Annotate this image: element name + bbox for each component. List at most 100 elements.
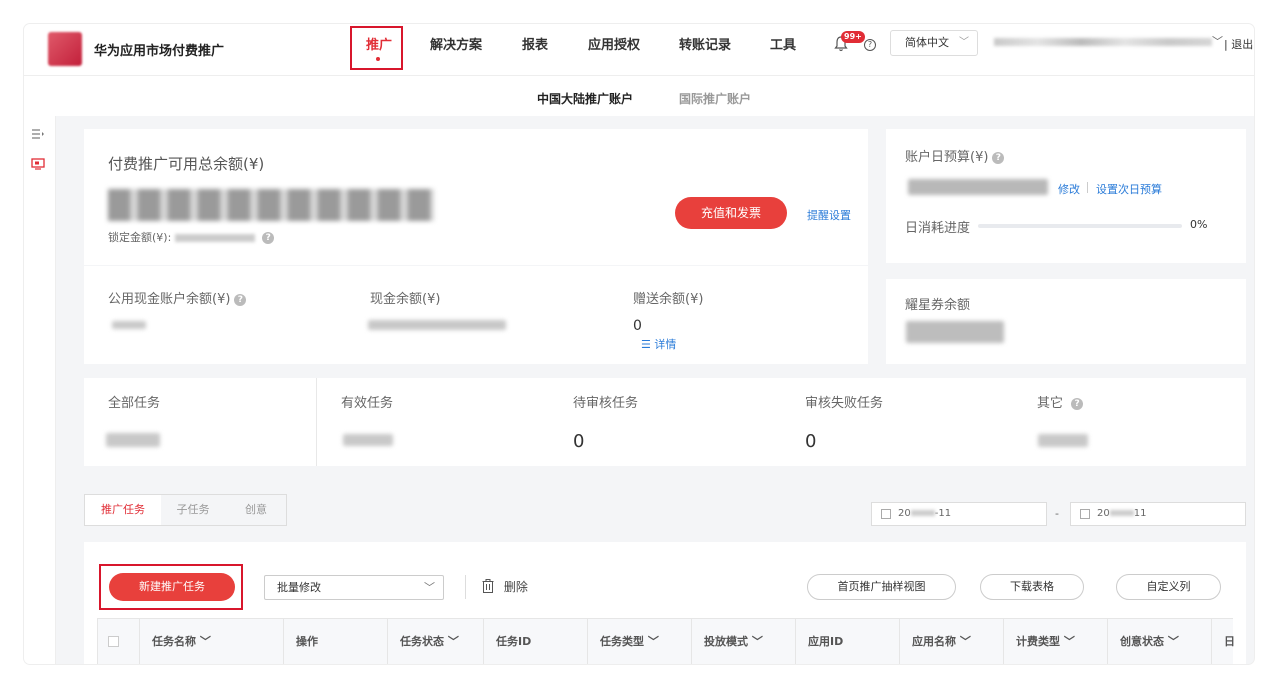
stat-failed-tasks-label: 审核失败任务: [805, 396, 884, 411]
app-logo: [48, 32, 82, 66]
help-icon[interactable]: ?: [992, 151, 1005, 164]
daily-budget-card: 账户日预算(¥)? 修改 设置次日预算 日消耗进度 0%: [886, 129, 1246, 263]
brand-title: 华为应用市场付费推广: [94, 44, 225, 59]
cash-balance-label: 现金余额(¥): [370, 292, 441, 307]
stat-all-tasks-label: 全部任务: [108, 396, 161, 411]
col-billing-type[interactable]: 计费类型 ﹀: [1004, 619, 1108, 664]
chevron-down-icon[interactable]: ﹀: [1212, 33, 1223, 49]
nav-solutions[interactable]: 解决方案: [430, 34, 482, 53]
stat-other-value-blurred: [1038, 434, 1088, 447]
select-all-cell: [98, 619, 140, 664]
nav-tools[interactable]: 工具: [770, 34, 796, 53]
reminder-settings-link[interactable]: 提醒设置: [807, 207, 851, 223]
tab-promotion-tasks[interactable]: 推广任务: [85, 495, 161, 525]
list-icon: ☰: [641, 338, 655, 351]
divider: [1087, 182, 1088, 193]
coupon-balance-value-blurred: [906, 321, 1004, 343]
account-name-blurred[interactable]: [994, 38, 1212, 46]
stat-valid-tasks-label: 有效任务: [341, 396, 394, 411]
stat-pending-tasks-value: 0: [573, 431, 585, 452]
chevron-down-icon: ﹀: [959, 37, 969, 48]
col-actions: 操作: [284, 619, 388, 664]
stat-other-label: 其它 ?: [1037, 392, 1084, 411]
col-task-status[interactable]: 任务状态 ﹀: [388, 619, 484, 664]
app-window: 华为应用市场付费推广 推广 解决方案 报表 应用授权 转账记录 工具 99+ ?…: [24, 24, 1254, 664]
stat-all-tasks-value-blurred: [106, 433, 160, 447]
stat-failed-tasks-value: 0: [805, 431, 817, 452]
help-icon[interactable]: ?: [234, 293, 247, 306]
tab-sub-tasks[interactable]: 子任务: [161, 495, 225, 525]
end-date-blurred: [1109, 510, 1134, 516]
nav-promotion[interactable]: 推广: [366, 34, 392, 53]
progress-percent: 0%: [1190, 218, 1208, 231]
batch-edit-select[interactable]: 批量修改 ﹀: [264, 575, 444, 600]
tab-mainland-account[interactable]: 中国大陆推广账户: [537, 90, 633, 107]
divider: [316, 378, 317, 466]
nav-active-dot: [376, 57, 380, 61]
end-date-input[interactable]: 20 11: [1070, 502, 1246, 526]
nav-reports[interactable]: 报表: [522, 34, 548, 53]
col-app-id: 应用ID: [796, 619, 900, 664]
daily-consumption-progress: [978, 224, 1182, 228]
language-select[interactable]: 简体中文 ﹀: [890, 30, 978, 56]
coupon-balance-card: 耀星券余额: [886, 279, 1246, 364]
divider: [465, 575, 466, 599]
logout-link[interactable]: | 退出: [1224, 36, 1253, 52]
new-promotion-task-button[interactable]: 新建推广任务: [109, 573, 235, 601]
nav-app-authorization[interactable]: 应用授权: [588, 34, 640, 53]
collapse-menu-icon[interactable]: [31, 128, 45, 140]
tab-creatives[interactable]: 创意: [225, 495, 287, 525]
gift-balance-label: 赠送余额(¥): [633, 292, 704, 307]
chevron-down-icon: ﹀: [424, 581, 435, 594]
locked-amount-label: 锁定金额(¥):: [108, 231, 172, 244]
nav-transfer-records[interactable]: 转账记录: [679, 34, 731, 53]
sample-view-button[interactable]: 首页推广抽样视图: [807, 574, 956, 600]
start-date-blurred: [910, 510, 935, 516]
task-table-header: 任务名称 ﹀ 操作 任务状态 ﹀ 任务ID 任务类型 ﹀ 投放模式 ﹀ 应用ID…: [97, 618, 1234, 664]
custom-columns-button[interactable]: 自定义列: [1116, 574, 1221, 600]
col-app-name[interactable]: 应用名称 ﹀: [900, 619, 1004, 664]
account-region-tabs: 中国大陆推广账户 国际推广账户: [24, 76, 1254, 116]
cash-balance-value-blurred: [368, 320, 506, 330]
delete-button[interactable]: 删除: [482, 578, 528, 595]
col-delivery-mode[interactable]: 投放模式 ﹀: [692, 619, 796, 664]
help-icon[interactable]: ?: [864, 39, 876, 51]
public-cash-balance-label: 公用现金账户余额(¥)?: [108, 288, 247, 307]
daily-consumption-label: 日消耗进度: [905, 221, 971, 236]
language-label: 简体中文: [905, 36, 949, 49]
daily-budget-value-blurred: [908, 179, 1048, 195]
col-task-id: 任务ID: [484, 619, 588, 664]
tab-international-account[interactable]: 国际推广账户: [679, 90, 751, 107]
public-cash-balance-value-blurred: [112, 321, 146, 329]
total-balance-card: 付费推广可用总余额(¥) 锁定金额(¥): ? 充值和发票 提醒设置: [84, 129, 868, 265]
edit-budget-link[interactable]: 修改: [1058, 181, 1080, 197]
col-task-type[interactable]: 任务类型 ﹀: [588, 619, 692, 664]
task-tabs: 推广任务 子任务 创意: [84, 494, 287, 526]
help-icon[interactable]: ?: [262, 232, 275, 244]
col-creative-status[interactable]: 创意状态 ﹀: [1108, 619, 1212, 664]
details-link[interactable]: ☰ 详情: [641, 336, 676, 352]
sub-balances-card: 公用现金账户余额(¥)? 现金余额(¥) 赠送余额(¥) 0 ☰ 详情: [84, 266, 868, 364]
start-date-input[interactable]: 20 -11: [871, 502, 1047, 526]
help-icon[interactable]: ?: [1071, 397, 1084, 410]
recharge-invoice-button[interactable]: 充值和发票: [675, 197, 787, 229]
download-table-button[interactable]: 下载表格: [980, 574, 1084, 600]
task-list-panel: 新建推广任务 批量修改 ﹀ 删除 首页推广抽样视图 下载表格 自定义列 任务名称…: [84, 542, 1246, 664]
trash-icon: [482, 579, 494, 593]
stat-pending-tasks-label: 待审核任务: [573, 396, 639, 411]
col-daily: 日: [1224, 635, 1234, 648]
calendar-icon: [1080, 509, 1090, 519]
gift-balance-value: 0: [633, 318, 642, 334]
select-all-checkbox[interactable]: [108, 636, 119, 647]
locked-amount-value-blurred: [174, 234, 255, 242]
date-separator: -: [1055, 507, 1059, 520]
set-next-day-budget-link[interactable]: 设置次日预算: [1096, 181, 1162, 197]
top-bar: 华为应用市场付费推广 推广 解决方案 报表 应用授权 转账记录 工具 99+ ?…: [24, 24, 1254, 76]
total-balance-value-blurred: [108, 189, 434, 221]
col-task-name[interactable]: 任务名称 ﹀: [140, 619, 284, 664]
calendar-icon: [881, 509, 891, 519]
promotion-screen-icon[interactable]: [31, 158, 45, 170]
locked-amount-row: 锁定金额(¥): ?: [108, 229, 275, 245]
task-stats-card: 全部任务 有效任务 待审核任务 0 审核失败任务 0 其它 ?: [84, 378, 1246, 466]
left-sidebar: [24, 116, 56, 664]
